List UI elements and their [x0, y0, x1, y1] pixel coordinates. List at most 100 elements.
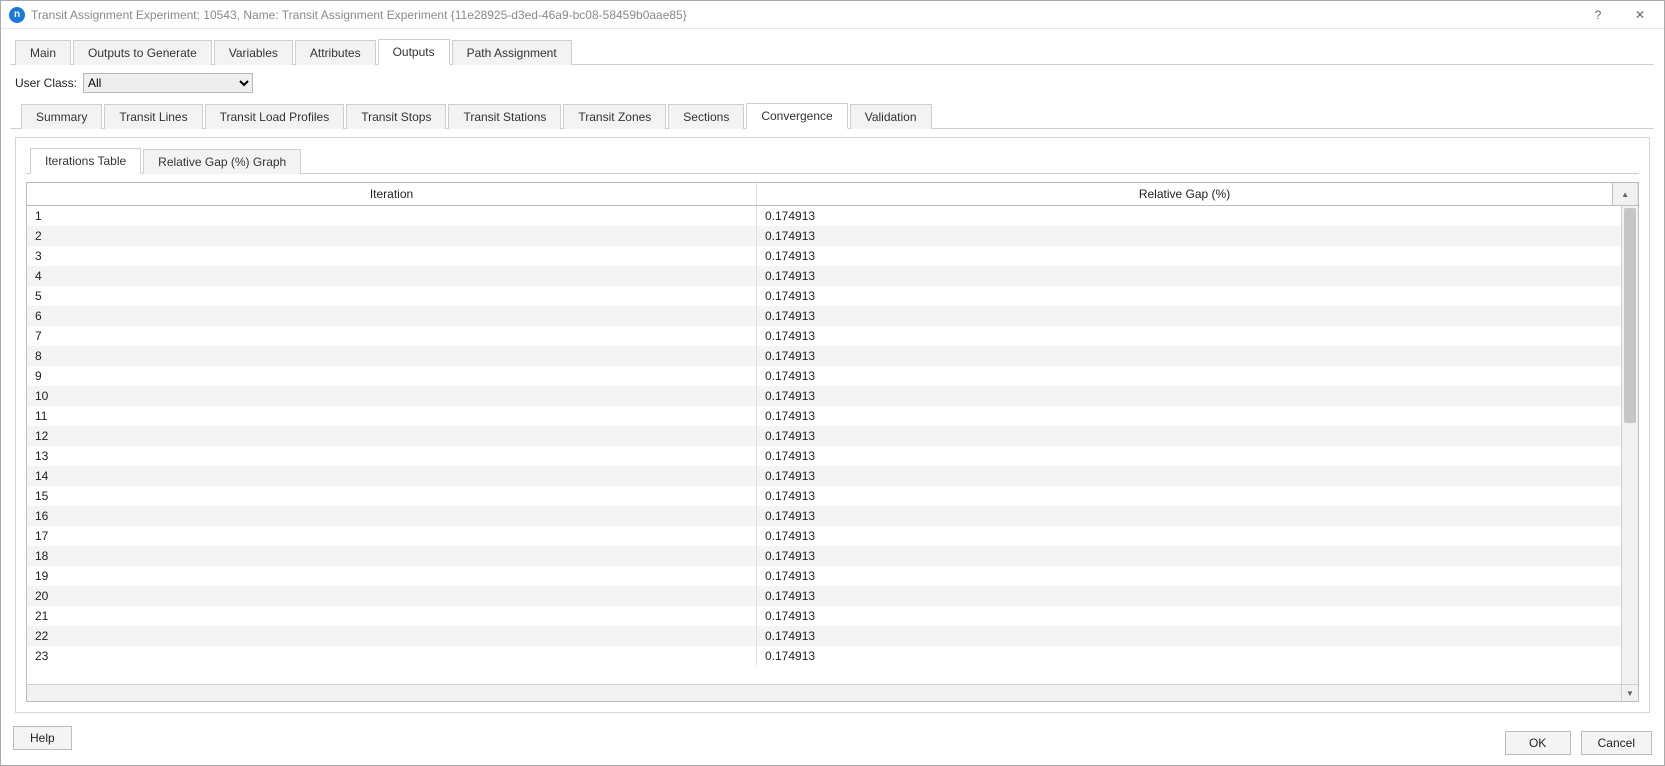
- table-row[interactable]: 30.174913: [27, 246, 1621, 266]
- subtab-transit-stops[interactable]: Transit Stops: [346, 104, 446, 129]
- cell-iteration: 7: [27, 326, 757, 346]
- cell-gap: 0.174913: [757, 206, 1621, 226]
- table-row[interactable]: 100.174913: [27, 386, 1621, 406]
- table-row[interactable]: 180.174913: [27, 546, 1621, 566]
- table-row[interactable]: 10.174913: [27, 206, 1621, 226]
- cell-gap: 0.174913: [757, 526, 1621, 546]
- cell-iteration: 3: [27, 246, 757, 266]
- cell-gap: 0.174913: [757, 506, 1621, 526]
- subtab-transit-lines[interactable]: Transit Lines: [104, 104, 202, 129]
- iterations-table: Iteration Relative Gap (%) ▲ 10.17491320…: [26, 182, 1639, 702]
- table-row[interactable]: 90.174913: [27, 366, 1621, 386]
- table-row[interactable]: 160.174913: [27, 506, 1621, 526]
- ok-button[interactable]: OK: [1505, 731, 1571, 755]
- subtab-validation[interactable]: Validation: [850, 104, 932, 129]
- table-row[interactable]: 120.174913: [27, 426, 1621, 446]
- innertab-relative-gap-graph[interactable]: Relative Gap (%) Graph: [143, 149, 301, 174]
- subtab-sections[interactable]: Sections: [668, 104, 744, 129]
- scrollbar-thumb[interactable]: [1624, 208, 1636, 423]
- table-row[interactable]: 80.174913: [27, 346, 1621, 366]
- titlebar: n Transit Assignment Experiment: 10543, …: [1, 1, 1664, 29]
- cancel-button[interactable]: Cancel: [1581, 731, 1652, 755]
- cell-iteration: 5: [27, 286, 757, 306]
- table-row[interactable]: 70.174913: [27, 326, 1621, 346]
- table-row[interactable]: 40.174913: [27, 266, 1621, 286]
- cell-iteration: 4: [27, 266, 757, 286]
- cell-iteration: 16: [27, 506, 757, 526]
- innertab-iterations-table[interactable]: Iterations Table: [30, 148, 141, 174]
- table-row[interactable]: 150.174913: [27, 486, 1621, 506]
- cell-iteration: 19: [27, 566, 757, 586]
- table-row[interactable]: 230.174913: [27, 646, 1621, 666]
- cell-gap: 0.174913: [757, 606, 1621, 626]
- tab-attributes[interactable]: Attributes: [295, 40, 376, 65]
- cell-gap: 0.174913: [757, 466, 1621, 486]
- vertical-scrollbar[interactable]: [1621, 206, 1638, 684]
- dialog-footer: Help OK Cancel: [1, 721, 1664, 765]
- tab-outputs-to-generate[interactable]: Outputs to Generate: [73, 40, 212, 65]
- cell-iteration: 18: [27, 546, 757, 566]
- table-row[interactable]: 170.174913: [27, 526, 1621, 546]
- user-class-row: User Class: All: [11, 65, 1654, 103]
- subtab-convergence[interactable]: Convergence: [746, 103, 847, 129]
- scroll-up-icon[interactable]: ▲: [1612, 183, 1638, 205]
- inner-tabs: Iterations TableRelative Gap (%) Graph: [26, 148, 1639, 174]
- cell-gap: 0.174913: [757, 346, 1621, 366]
- cell-iteration: 15: [27, 486, 757, 506]
- cell-gap: 0.174913: [757, 306, 1621, 326]
- tab-variables[interactable]: Variables: [214, 40, 293, 65]
- table-row[interactable]: 60.174913: [27, 306, 1621, 326]
- cell-iteration: 11: [27, 406, 757, 426]
- help-button[interactable]: Help: [13, 726, 72, 750]
- cell-iteration: 20: [27, 586, 757, 606]
- table-body: 10.17491320.17491330.17491340.17491350.1…: [27, 206, 1638, 684]
- cell-iteration: 9: [27, 366, 757, 386]
- app-icon: n: [9, 7, 25, 23]
- table-row[interactable]: 220.174913: [27, 626, 1621, 646]
- table-row[interactable]: 210.174913: [27, 606, 1621, 626]
- table-row[interactable]: 200.174913: [27, 586, 1621, 606]
- subtab-transit-zones[interactable]: Transit Zones: [563, 104, 666, 129]
- cell-gap: 0.174913: [757, 366, 1621, 386]
- table-row[interactable]: 130.174913: [27, 446, 1621, 466]
- cell-gap: 0.174913: [757, 326, 1621, 346]
- convergence-frame: Iterations TableRelative Gap (%) Graph I…: [15, 137, 1650, 713]
- column-header-gap[interactable]: Relative Gap (%): [757, 183, 1612, 205]
- cell-gap: 0.174913: [757, 646, 1621, 666]
- window-controls: ? ✕: [1586, 8, 1656, 22]
- cell-iteration: 22: [27, 626, 757, 646]
- cell-gap: 0.174913: [757, 546, 1621, 566]
- column-header-iteration[interactable]: Iteration: [27, 183, 757, 205]
- table-row[interactable]: 140.174913: [27, 466, 1621, 486]
- cell-gap: 0.174913: [757, 406, 1621, 426]
- subtab-summary[interactable]: Summary: [21, 104, 102, 129]
- table-row[interactable]: 20.174913: [27, 226, 1621, 246]
- cell-iteration: 10: [27, 386, 757, 406]
- tab-main[interactable]: Main: [15, 40, 71, 65]
- cell-iteration: 8: [27, 346, 757, 366]
- top-tabs: MainOutputs to GenerateVariablesAttribut…: [11, 39, 1654, 65]
- cell-iteration: 1: [27, 206, 757, 226]
- cell-iteration: 14: [27, 466, 757, 486]
- cell-iteration: 6: [27, 306, 757, 326]
- tab-path-assignment[interactable]: Path Assignment: [452, 40, 572, 65]
- help-icon[interactable]: ?: [1586, 8, 1610, 22]
- table-row[interactable]: 190.174913: [27, 566, 1621, 586]
- scroll-down-icon[interactable]: ▼: [1621, 685, 1638, 701]
- cell-iteration: 2: [27, 226, 757, 246]
- subtab-transit-stations[interactable]: Transit Stations: [448, 104, 561, 129]
- subtab-transit-load-profiles[interactable]: Transit Load Profiles: [205, 104, 345, 129]
- table-row[interactable]: 50.174913: [27, 286, 1621, 306]
- cell-gap: 0.174913: [757, 566, 1621, 586]
- cell-iteration: 17: [27, 526, 757, 546]
- hscroll-track: [27, 685, 1621, 701]
- tab-outputs[interactable]: Outputs: [378, 39, 450, 65]
- cell-gap: 0.174913: [757, 426, 1621, 446]
- table-row[interactable]: 110.174913: [27, 406, 1621, 426]
- cell-gap: 0.174913: [757, 246, 1621, 266]
- cell-gap: 0.174913: [757, 286, 1621, 306]
- close-icon[interactable]: ✕: [1628, 8, 1652, 22]
- cell-iteration: 13: [27, 446, 757, 466]
- window-title: Transit Assignment Experiment: 10543, Na…: [31, 8, 1586, 22]
- user-class-select[interactable]: All: [83, 73, 253, 93]
